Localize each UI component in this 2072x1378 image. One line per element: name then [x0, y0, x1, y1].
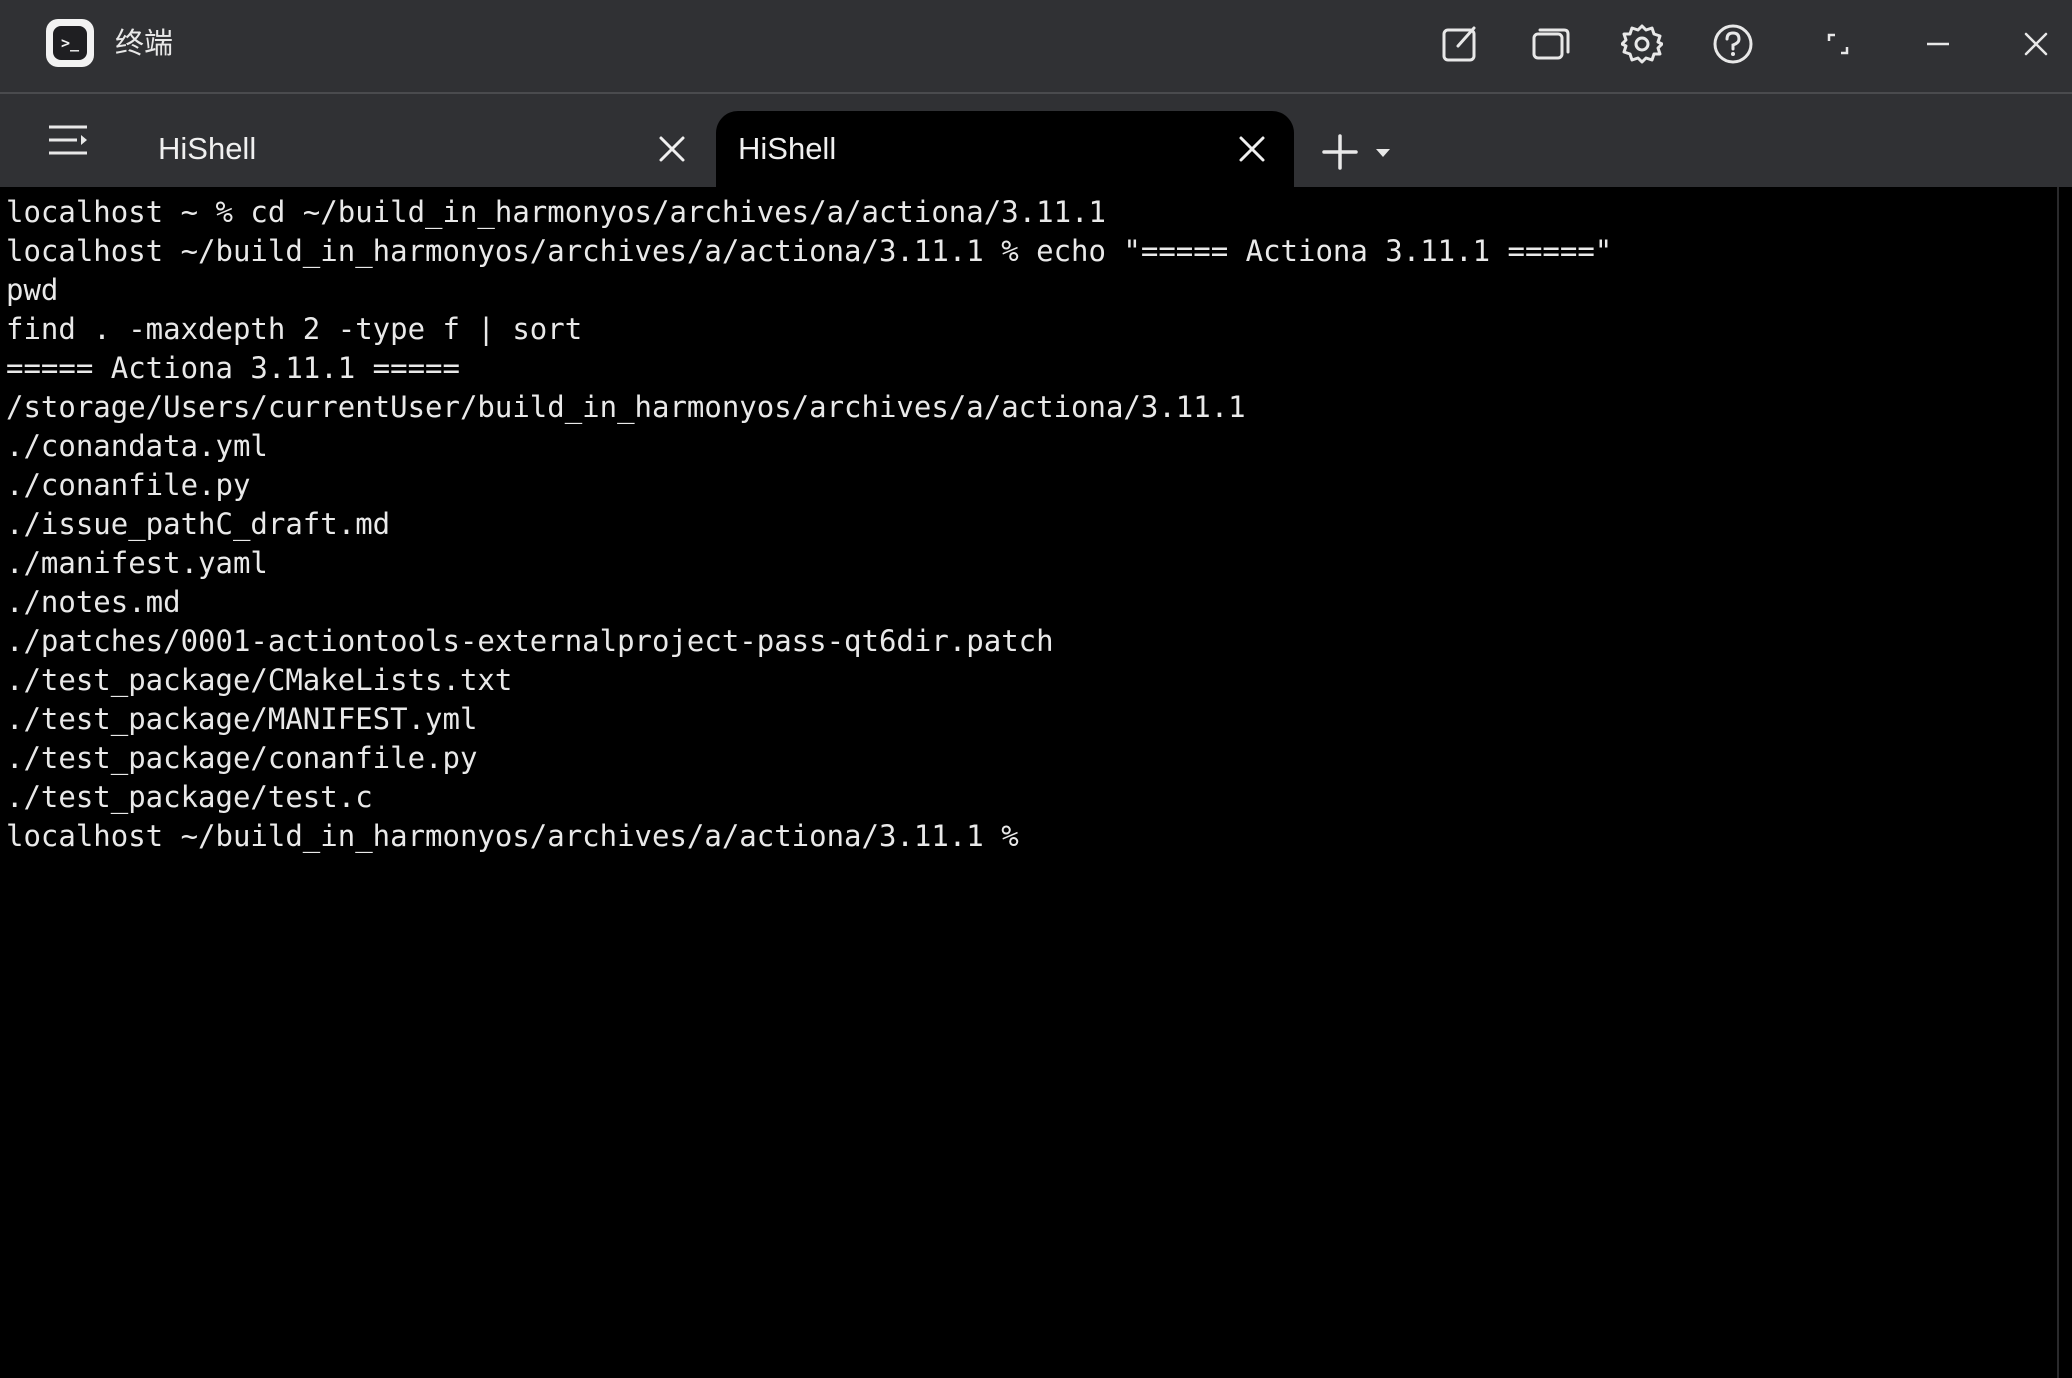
app-icon-glyph: >_	[53, 26, 87, 60]
terminal-app-icon: >_	[46, 19, 94, 67]
tab-hishell-2[interactable]: HiShell	[716, 111, 1294, 187]
terminal-line: ./test_package/conanfile.py	[6, 741, 478, 775]
terminal-line: ===== Actiona 3.11.1 =====	[6, 351, 460, 385]
window-title: 终端	[115, 26, 174, 60]
close-icon	[1239, 136, 1265, 162]
new-tab-dropdown-button[interactable]	[1370, 140, 1396, 166]
windows-icon	[1532, 28, 1570, 60]
terminal-line: ./test_package/test.c	[6, 780, 373, 814]
terminal-line: ./test_package/MANIFEST.yml	[6, 702, 478, 736]
terminal-line: ./test_package/CMakeLists.txt	[6, 663, 513, 697]
scrollbar-track[interactable]	[2057, 187, 2059, 1378]
minimize-button[interactable]	[1908, 14, 1968, 74]
tab-label: HiShell	[738, 131, 837, 166]
new-window-button[interactable]	[1430, 14, 1490, 74]
terminal-line: localhost ~/build_in_harmonyos/archives/…	[6, 819, 1019, 853]
terminal-line: pwd	[6, 273, 59, 307]
edit-square-icon	[1442, 26, 1476, 62]
close-icon	[2024, 32, 2048, 56]
terminal-line: ./manifest.yaml	[6, 546, 268, 580]
tab-label: HiShell	[158, 131, 257, 166]
caret-down-icon	[1376, 149, 1390, 157]
tab-menu-button[interactable]	[36, 112, 100, 168]
settings-button[interactable]	[1612, 14, 1672, 74]
new-tab-button[interactable]	[1312, 124, 1368, 180]
terminal-line: ./notes.md	[6, 585, 181, 619]
window-close-button[interactable]	[2006, 14, 2066, 74]
terminal-line: ./conanfile.py	[6, 468, 251, 502]
terminal-line: ./issue_pathC_draft.md	[6, 507, 391, 541]
minimize-icon	[1927, 42, 1949, 46]
tab-close-button[interactable]	[650, 127, 694, 171]
terminal-lines: localhost ~ % cd ~/build_in_harmonyos/ar…	[6, 193, 1612, 856]
terminal-line: ./conandata.yml	[6, 429, 268, 463]
restore-icon	[1827, 33, 1849, 55]
help-circle-icon	[1713, 24, 1753, 64]
help-button[interactable]	[1703, 14, 1763, 74]
terminal-line: localhost ~ % cd ~/build_in_harmonyos/ar…	[6, 195, 1106, 229]
tab-close-button[interactable]	[1230, 127, 1274, 171]
terminal-line: ./patches/0001-actiontools-externalproje…	[6, 624, 1054, 658]
multi-window-button[interactable]	[1521, 14, 1581, 74]
plus-icon	[1322, 134, 1358, 170]
terminal-line: localhost ~/build_in_harmonyos/archives/…	[6, 234, 1613, 268]
close-icon	[659, 136, 685, 162]
menu-icon	[49, 125, 87, 155]
restore-button[interactable]	[1808, 14, 1868, 74]
gear-icon	[1621, 24, 1663, 64]
terminal-line: /storage/Users/currentUser/build_in_harm…	[6, 390, 1246, 424]
tab-bar: HiShell HiShell	[0, 94, 2072, 187]
tab-hishell-1[interactable]: HiShell	[128, 111, 708, 187]
terminal-window: >_ 终端 HiShell HiShell localhost ~ % cd ~…	[0, 0, 2072, 1378]
title-bar: >_ 终端	[0, 0, 2072, 94]
terminal-line: find . -maxdepth 2 -type f | sort	[6, 312, 583, 346]
terminal-output[interactable]: localhost ~ % cd ~/build_in_harmonyos/ar…	[0, 187, 2072, 1378]
